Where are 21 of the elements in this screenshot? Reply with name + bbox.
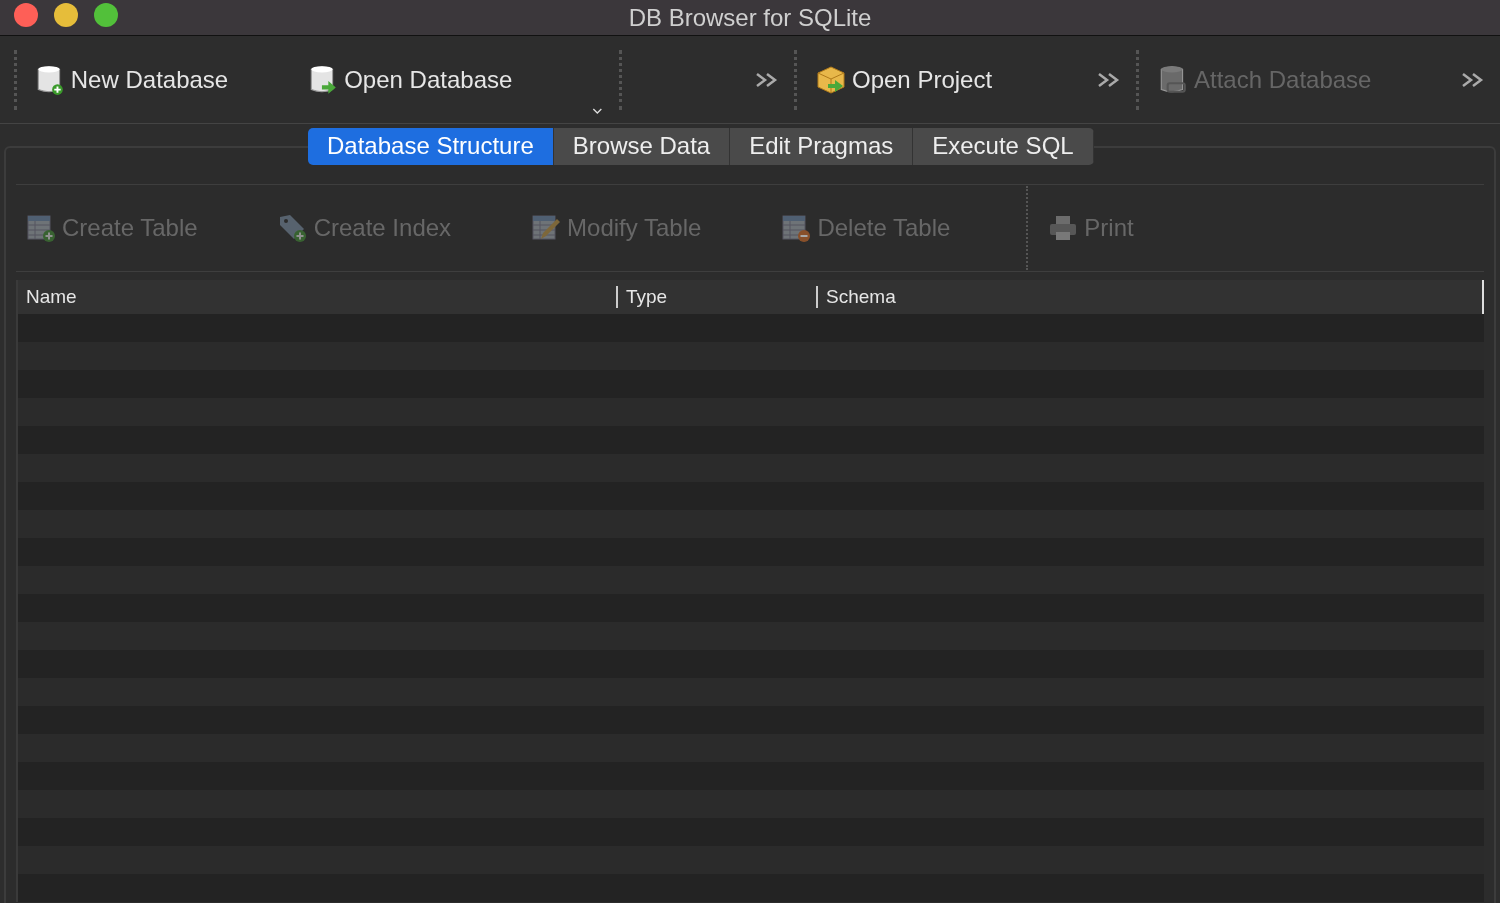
toolbar-button[interactable]: Open Project: [816, 63, 993, 96]
toolbar-button[interactable]: Open Database: [308, 63, 513, 96]
database-link-icon: [1158, 63, 1188, 96]
zoom-button[interactable]: [94, 3, 118, 27]
tab[interactable]: Execute SQL: [913, 128, 1094, 165]
column-header[interactable]: Type: [618, 286, 818, 308]
database-arrow-icon: [308, 63, 339, 96]
tab[interactable]: Edit Pragmas: [730, 128, 914, 165]
tab[interactable]: Browse Data: [553, 128, 731, 165]
column-header[interactable]: Name: [18, 286, 618, 308]
column-header[interactable]: Schema: [818, 286, 1482, 308]
tag-plus-icon: [277, 213, 308, 243]
tab[interactable]: Database Structure: [308, 128, 554, 165]
minimize-button[interactable]: [54, 3, 78, 27]
table-minus-icon: [781, 213, 812, 243]
window-title: DB Browser for SQLite: [628, 3, 872, 32]
toolbar-button[interactable]: New Database: [34, 63, 229, 96]
close-button[interactable]: [14, 3, 38, 27]
table-plus-icon: [26, 213, 56, 243]
printer-icon: [1048, 213, 1079, 243]
table-pencil-icon: [531, 213, 562, 243]
